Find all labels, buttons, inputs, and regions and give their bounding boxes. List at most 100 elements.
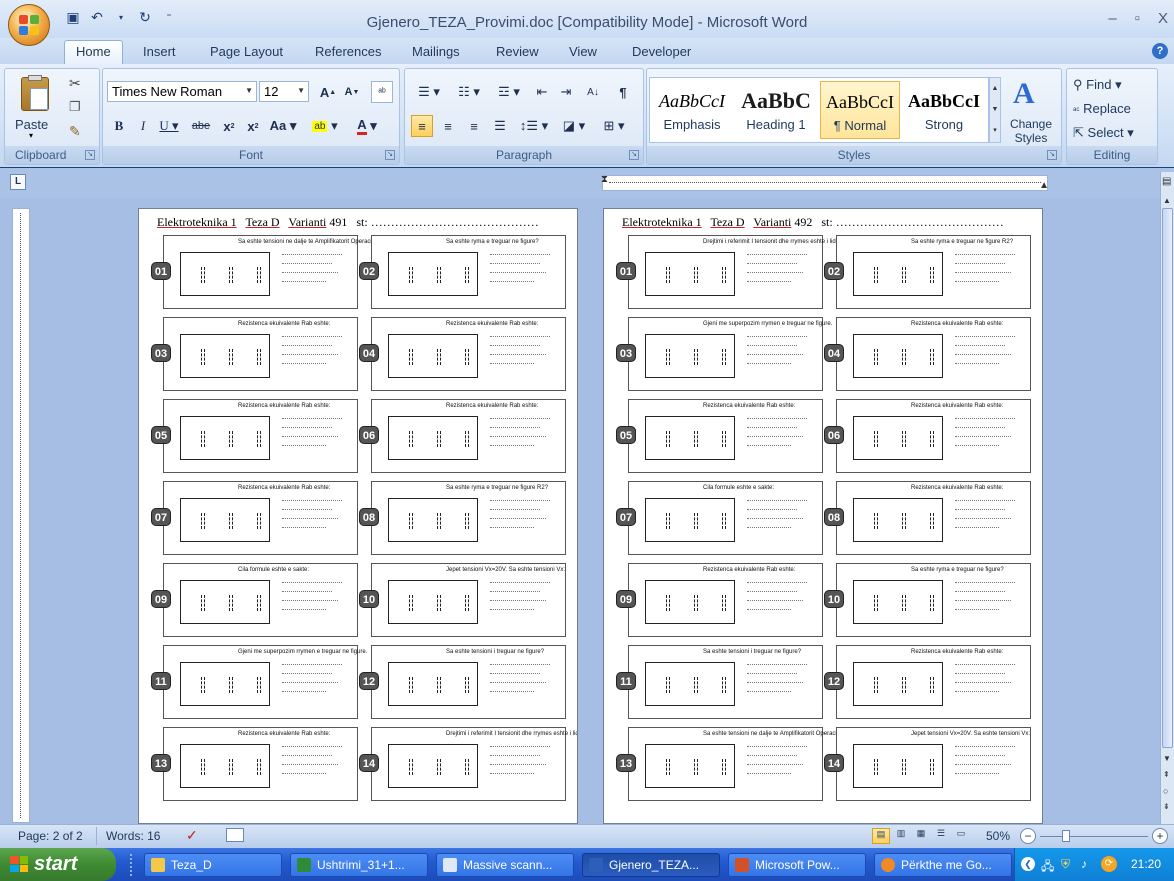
start-button[interactable]: start: [0, 848, 116, 881]
tab-view[interactable]: View: [569, 44, 597, 59]
word-count[interactable]: Words: 16: [106, 829, 160, 843]
update-icon[interactable]: ⟳: [1101, 856, 1117, 872]
subscript-icon[interactable]: x2: [219, 115, 239, 137]
cut-icon[interactable]: ✂: [69, 75, 81, 92]
horizontal-ruler[interactable]: ⧗ ▲: [601, 174, 1049, 191]
font-size-select[interactable]: 12 ▼: [259, 81, 309, 102]
close-button[interactable]: X: [1158, 10, 1168, 27]
styles-launcher-icon[interactable]: ↘: [1047, 150, 1057, 160]
tab-review[interactable]: Review: [496, 44, 539, 59]
taskbar-item-powerpoint[interactable]: Microsoft Pow...: [728, 853, 866, 877]
tab-home[interactable]: Home: [64, 40, 123, 64]
shrink-font-icon[interactable]: A ▼: [341, 81, 363, 103]
print-layout-icon[interactable]: ▤: [872, 828, 890, 844]
antivirus-icon[interactable]: ⛨: [1061, 857, 1070, 872]
taskbar-item-teza-d[interactable]: Teza_D: [144, 853, 282, 877]
style-normal[interactable]: AaBbCcI ¶ Normal: [820, 81, 900, 139]
previous-page-icon[interactable]: ⇞: [1163, 770, 1170, 779]
paste-dropdown-icon[interactable]: ▾: [29, 131, 33, 140]
zoom-in-icon[interactable]: +: [1152, 828, 1168, 844]
change-styles-button[interactable]: Change Styles: [1003, 117, 1059, 145]
change-case-icon[interactable]: Aa ▾: [267, 115, 299, 137]
highlight-icon[interactable]: ab ▾: [307, 115, 343, 137]
numbering-icon[interactable]: ☷ ▾: [451, 81, 487, 103]
strikethrough-icon[interactable]: abe: [187, 115, 215, 137]
network-icon[interactable]: 🖧: [1041, 857, 1054, 878]
taskbar-item-gjenero-teza[interactable]: Gjenero_TEZA...: [582, 853, 720, 877]
zoom-slider-thumb[interactable]: [1062, 830, 1070, 842]
copy-icon[interactable]: ❐: [69, 99, 81, 115]
taskbar-item-ushtrimi[interactable]: Ushtrimi_31+1...: [290, 853, 428, 877]
clock[interactable]: 21:20: [1131, 857, 1161, 871]
taskbar-item-massive-scan[interactable]: Massive scann...: [436, 853, 574, 877]
format-painter-icon[interactable]: ✎: [69, 123, 81, 140]
page-count[interactable]: Page: 2 of 2: [18, 829, 83, 843]
align-left-icon[interactable]: ≡: [411, 115, 433, 137]
zoom-level[interactable]: 50%: [986, 829, 1010, 843]
bold-icon[interactable]: B: [109, 115, 129, 137]
sort-icon[interactable]: A↓: [581, 81, 605, 103]
font-launcher-icon[interactable]: ↘: [385, 150, 395, 160]
outline-icon[interactable]: ☰: [932, 828, 950, 844]
multilevel-list-icon[interactable]: ☲ ▾: [491, 81, 527, 103]
scroll-down-icon[interactable]: ▼: [1163, 754, 1171, 763]
justify-icon[interactable]: ☰: [489, 115, 511, 137]
grow-font-icon[interactable]: A ▲: [317, 81, 339, 103]
web-layout-icon[interactable]: ▦: [912, 828, 930, 844]
ruler-view-icon[interactable]: ▤: [1162, 176, 1171, 187]
superscript-icon[interactable]: x2: [243, 115, 263, 137]
full-screen-reading-icon[interactable]: ▥: [892, 828, 910, 844]
office-button[interactable]: [8, 4, 50, 46]
style-strong[interactable]: AaBbCcI Strong: [904, 81, 984, 139]
zoom-slider[interactable]: [1040, 836, 1148, 837]
style-heading-1[interactable]: AaBbC Heading 1: [736, 81, 816, 139]
help-icon[interactable]: ?: [1152, 43, 1168, 59]
bullets-icon[interactable]: ☰ ▾: [411, 81, 447, 103]
shading-icon[interactable]: ◪ ▾: [557, 115, 591, 137]
tray-expand-icon[interactable]: ❮: [1021, 857, 1035, 871]
decrease-indent-icon[interactable]: ⇤: [531, 81, 553, 103]
font-family-select[interactable]: Times New Roman ▼: [107, 81, 257, 102]
macro-record-icon[interactable]: [226, 828, 244, 842]
font-color-icon[interactable]: A ▾: [349, 115, 385, 137]
clipboard-launcher-icon[interactable]: ↘: [85, 150, 95, 160]
show-formatting-icon[interactable]: ¶: [611, 81, 635, 103]
replace-button[interactable]: ᵃᶜ Replace: [1073, 101, 1131, 116]
paste-icon[interactable]: [21, 75, 49, 111]
indent-marker-icon[interactable]: ⧗: [601, 174, 608, 185]
zoom-out-icon[interactable]: −: [1020, 828, 1036, 844]
next-page-icon[interactable]: ⇟: [1163, 802, 1170, 811]
document-page[interactable]: Elektroteknika 1 Teza D Varianti 492 st:…: [603, 208, 1043, 824]
line-spacing-icon[interactable]: ↕☰ ▾: [517, 115, 551, 137]
underline-icon[interactable]: U ▾: [157, 115, 181, 137]
tab-mailings[interactable]: Mailings: [412, 44, 460, 59]
volume-icon[interactable]: ♪: [1081, 857, 1087, 871]
paragraph-launcher-icon[interactable]: ↘: [629, 150, 639, 160]
tab-insert[interactable]: Insert: [143, 44, 176, 59]
change-styles-icon[interactable]: A: [1013, 77, 1035, 111]
proofing-icon[interactable]: ✓: [186, 827, 198, 844]
scroll-thumb[interactable]: [1162, 208, 1173, 748]
taskbar-item-translate[interactable]: Përkthe me Go...: [874, 853, 1012, 877]
draft-icon[interactable]: ▭: [952, 828, 970, 844]
tab-references[interactable]: References: [315, 44, 381, 59]
increase-indent-icon[interactable]: ⇥: [555, 81, 577, 103]
minimize-button[interactable]: –: [1108, 10, 1116, 27]
align-center-icon[interactable]: ≡: [437, 115, 459, 137]
tab-developer[interactable]: Developer: [632, 44, 691, 59]
right-indent-icon[interactable]: ▲: [1039, 180, 1049, 191]
align-right-icon[interactable]: ≡: [463, 115, 485, 137]
style-emphasis[interactable]: AaBbCcI Emphasis: [652, 81, 732, 139]
vertical-ruler[interactable]: [12, 208, 30, 823]
document-page[interactable]: Elektroteknika 1 Teza D Varianti 491 st:…: [138, 208, 578, 824]
tab-selector-icon[interactable]: L: [10, 174, 26, 190]
select-button[interactable]: ⇱ Select ▾: [1073, 125, 1134, 141]
paste-button[interactable]: Paste: [15, 117, 48, 132]
italic-icon[interactable]: I: [133, 115, 153, 137]
vertical-scrollbar[interactable]: ▤ ▲ ▼ ⇞ ○ ⇟: [1160, 172, 1174, 824]
select-browse-object-icon[interactable]: ○: [1163, 786, 1168, 796]
find-button[interactable]: ⚲ Find ▾: [1073, 77, 1122, 93]
tab-page-layout[interactable]: Page Layout: [210, 44, 283, 59]
borders-icon[interactable]: ⊞ ▾: [597, 115, 631, 137]
scroll-up-icon[interactable]: ▲: [1163, 196, 1171, 205]
